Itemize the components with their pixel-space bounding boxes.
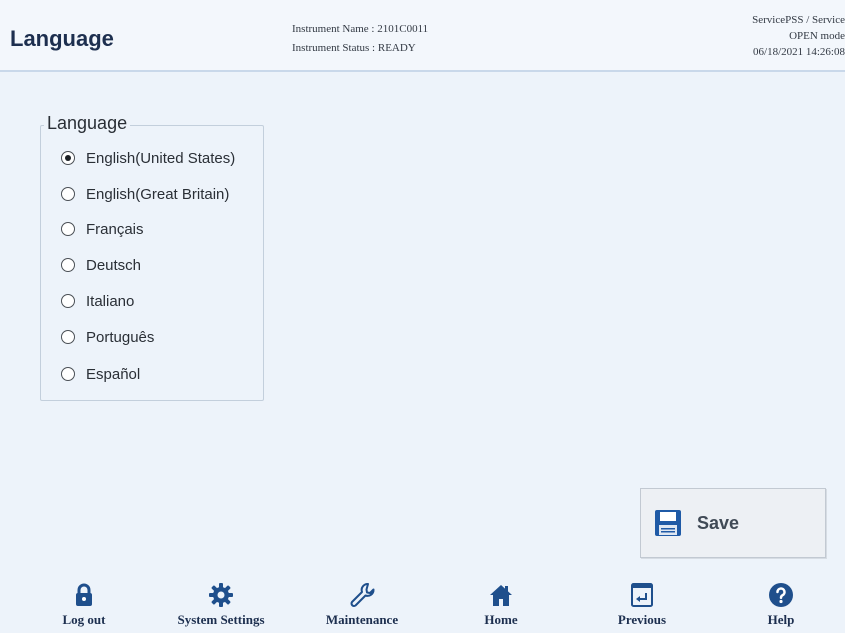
nav-label: Maintenance — [325, 612, 399, 627]
lock-icon — [76, 583, 92, 606]
radio-button[interactable] — [61, 187, 75, 201]
nav-home-button[interactable]: Home — [436, 582, 566, 633]
floppy-disk-icon — [655, 510, 681, 536]
nav-logout-button[interactable]: Log out — [19, 582, 149, 633]
radio-english-us[interactable]: English(United States) — [61, 147, 235, 169]
user-name: ServicePSS / Service — [752, 14, 845, 26]
nav-label: Log out — [62, 612, 106, 627]
radio-label: English(United States) — [86, 149, 236, 167]
instrument-status: Instrument Status : READY — [292, 42, 416, 54]
radio-label: Italiano — [86, 292, 135, 310]
user-info: ServicePSS / Service OPEN mode 06/18/202… — [752, 12, 845, 60]
radio-label: Français — [86, 220, 144, 238]
nav-label: Previous — [617, 612, 667, 627]
radio-button-selected[interactable] — [61, 151, 75, 165]
instrument-info: Instrument Name : 2101C0011 Instrument S… — [292, 20, 428, 58]
radio-espanol[interactable]: Español — [61, 363, 140, 385]
save-button[interactable]: Save — [640, 488, 826, 558]
radio-button[interactable] — [61, 367, 75, 381]
radio-deutsch[interactable]: Deutsch — [61, 254, 141, 276]
nav-system-settings-button[interactable]: System Settings — [156, 582, 286, 633]
radio-label: Português — [86, 328, 155, 346]
mode-label: OPEN mode — [789, 30, 845, 42]
nav-label: Home — [484, 612, 518, 627]
radio-english-gb[interactable]: English(Great Britain) — [61, 183, 229, 205]
radio-button[interactable] — [61, 258, 75, 272]
radio-francais[interactable]: Français — [61, 218, 144, 240]
language-screen: Language Instrument Name : 2101C0011 Ins… — [0, 0, 845, 633]
nav-help-button[interactable]: Help — [716, 582, 845, 633]
nav-label: System Settings — [177, 612, 265, 627]
save-button-label: Save — [697, 512, 740, 533]
home-icon — [490, 585, 512, 606]
nav-maintenance-button[interactable]: Maintenance — [297, 582, 427, 633]
radio-button[interactable] — [61, 294, 75, 308]
datetime-label: 06/18/2021 14:26:08 — [753, 46, 845, 58]
nav-previous-button[interactable]: Previous — [577, 582, 707, 633]
instrument-name: Instrument Name : 2101C0011 — [292, 23, 429, 35]
page-title: Language — [10, 26, 114, 51]
language-group-legend: Language — [44, 113, 131, 134]
nav-label: Help — [767, 612, 795, 627]
radio-button[interactable] — [61, 222, 75, 236]
gear-icon — [209, 583, 233, 607]
wrench-icon — [350, 583, 375, 607]
help-icon — [769, 583, 793, 607]
radio-italiano[interactable]: Italiano — [61, 290, 134, 312]
radio-label: Español — [86, 365, 141, 383]
radio-label: English(Great Britain) — [86, 185, 230, 203]
radio-button[interactable] — [61, 330, 75, 344]
previous-icon — [631, 583, 653, 607]
radio-label: Deutsch — [86, 256, 142, 274]
radio-portugues[interactable]: Português — [61, 326, 154, 348]
header-bar: Language Instrument Name : 2101C0011 Ins… — [0, 0, 845, 72]
